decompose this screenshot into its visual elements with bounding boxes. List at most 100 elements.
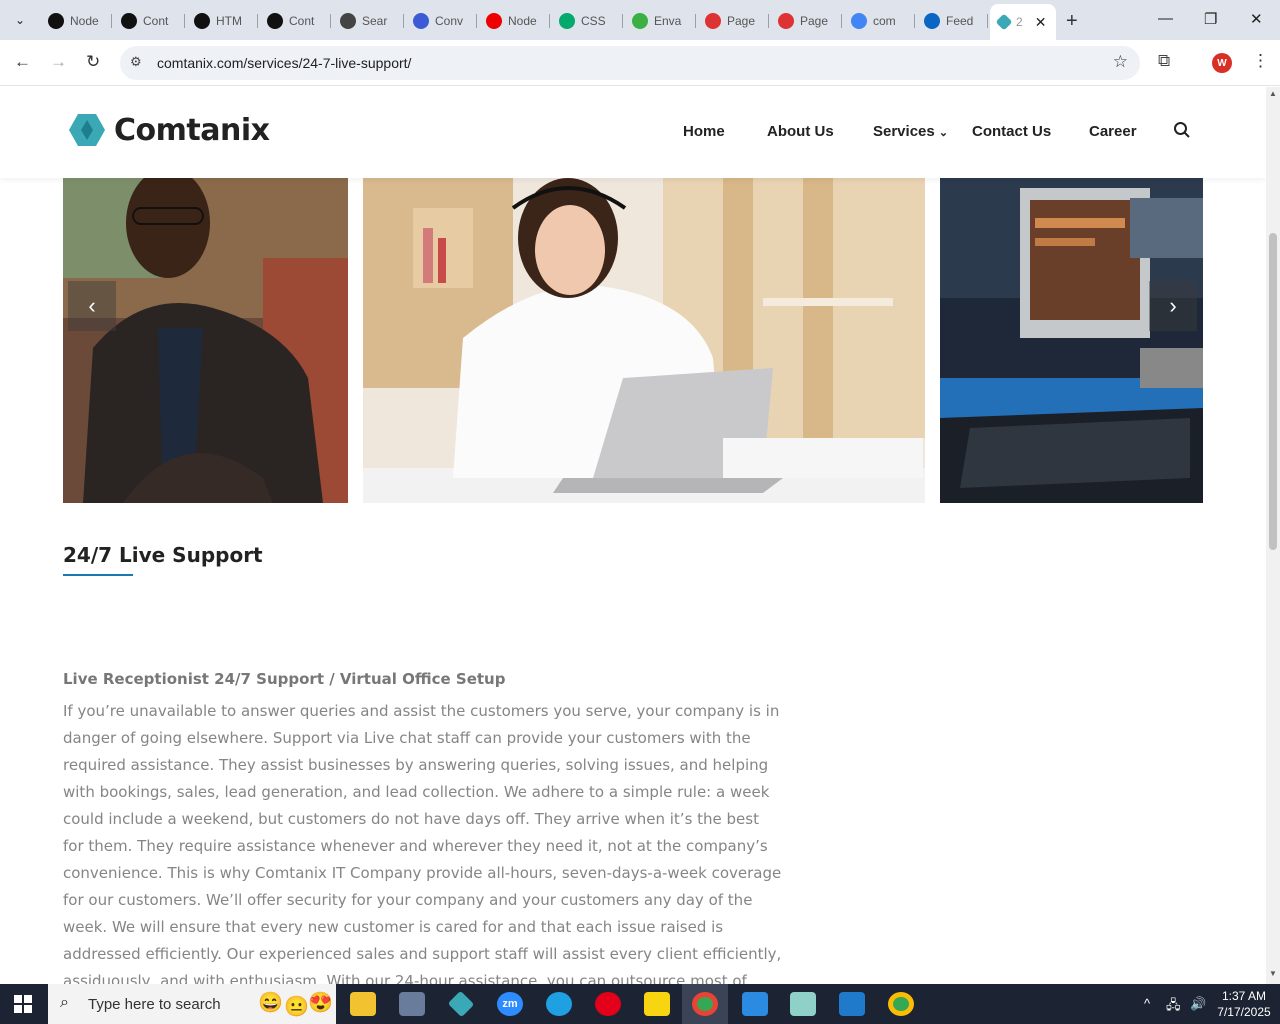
reload-button[interactable]: ↻ <box>86 52 100 72</box>
minimize-button[interactable]: — <box>1158 10 1173 27</box>
browser-menu-icon[interactable]: ⋮ <box>1252 51 1269 71</box>
threads-icon <box>194 13 210 29</box>
bookmark-star-icon[interactable]: ☆ <box>1113 52 1128 72</box>
tab-separator <box>987 14 988 28</box>
tab-separator <box>476 14 477 28</box>
browser-tab[interactable]: CSS <box>551 8 623 34</box>
nav-contact-us[interactable]: Contact Us <box>972 123 1051 140</box>
nav-services[interactable]: Services ⌄ <box>873 123 948 140</box>
paint-app-icon[interactable] <box>399 992 425 1016</box>
browser-tab[interactable]: Page <box>697 8 769 34</box>
nav-home[interactable]: Home <box>683 123 725 140</box>
section-paragraph: If you’re unavailable to answer queries … <box>63 702 782 984</box>
carousel-slide-agent-woman <box>363 178 925 503</box>
vscode-icon[interactable] <box>839 992 865 1016</box>
tab-search-chevron-icon[interactable]: ⌄ <box>8 8 32 32</box>
chrome-icon[interactable] <box>888 992 914 1016</box>
browser-tab[interactable]: Enva <box>624 8 696 34</box>
edge-icon[interactable] <box>546 992 572 1016</box>
converter-icon <box>413 13 429 29</box>
site-info-icon[interactable]: ⚙ <box>130 54 142 70</box>
browser-tab[interactable]: Cont <box>113 8 185 34</box>
sticky-notes-icon[interactable] <box>644 992 670 1016</box>
title-underline <box>63 574 133 576</box>
tab-separator <box>184 14 185 28</box>
profile-avatar[interactable]: W <box>1212 53 1232 73</box>
emoji-icon: 😐 <box>284 996 309 1018</box>
browser-tab[interactable]: Node <box>40 8 112 34</box>
web-page: Comtanix Home About Us Services ⌄ Contac… <box>0 87 1266 984</box>
new-tab-button[interactable]: + <box>1066 10 1078 33</box>
computer-workstation-photo <box>940 178 1203 503</box>
site-logo[interactable]: Comtanix <box>68 111 270 149</box>
tray-chevron-up-icon[interactable]: ^ <box>1144 996 1150 1011</box>
notepad-icon[interactable] <box>790 992 816 1016</box>
file-explorer-icon[interactable] <box>350 992 376 1016</box>
scroll-down-icon[interactable]: ▼ <box>1269 969 1277 978</box>
carousel-prev-button[interactable]: ‹ <box>68 281 116 331</box>
windows-start-icon[interactable] <box>14 995 32 1013</box>
clock-date: 7/17/2025 <box>1217 1005 1271 1019</box>
tab-active-comtanix[interactable]: 2 ✕ <box>990 4 1056 40</box>
nav-career[interactable]: Career <box>1089 123 1137 140</box>
browser-tab[interactable]: Feed <box>916 8 988 34</box>
scroll-thumb[interactable] <box>1269 233 1277 550</box>
tab-label: Cont <box>143 14 169 28</box>
pagespeed-icon <box>778 13 794 29</box>
carousel-next-button[interactable]: › <box>1149 281 1197 331</box>
opera-icon[interactable] <box>595 992 621 1016</box>
url-text[interactable]: comtanix.com/services/24-7-live-support/ <box>157 55 411 71</box>
tab-separator <box>111 14 112 28</box>
tab-label: Node <box>70 14 99 28</box>
nav-about-us[interactable]: About Us <box>767 123 834 140</box>
page-title: 24/7 Live Support <box>63 543 263 567</box>
windows-taskbar: ⌕ Type here to search 😄 😐 😍 zm ^ 🖧 🔊 1:3… <box>0 984 1280 1024</box>
google-icon <box>851 13 867 29</box>
close-icon[interactable]: ✕ <box>1035 14 1047 31</box>
image-carousel: ‹ › <box>63 178 1203 503</box>
w3-icon <box>559 13 575 29</box>
extensions-icon[interactable]: ⧉ <box>1158 51 1170 71</box>
browser-tab[interactable]: Conv <box>405 8 477 34</box>
tab-separator <box>914 14 915 28</box>
carousel-slide-computer <box>940 178 1203 503</box>
address-bar[interactable]: ⚙ comtanix.com/services/24-7-live-suppor… <box>120 46 1140 80</box>
tab-label: Cont <box>289 14 315 28</box>
tab-label: Feed <box>946 14 974 28</box>
browser-tab[interactable]: Page <box>770 8 842 34</box>
clock-time: 1:37 AM <box>1221 989 1267 1003</box>
tab-label: 2 <box>1016 15 1023 29</box>
browser-tab[interactable]: Node <box>478 8 550 34</box>
browser-toolbar: ← → ↻ ⚙ comtanix.com/services/24-7-live-… <box>0 40 1280 86</box>
linkedin-icon <box>924 13 940 29</box>
browser-tab[interactable]: Cont <box>259 8 331 34</box>
taskbar-search-box[interactable]: ⌕ Type here to search 😄 😐 😍 <box>48 984 336 1024</box>
tab-separator <box>695 14 696 28</box>
chevron-right-icon: › <box>1169 293 1177 318</box>
youtube-icon <box>486 13 502 29</box>
carousel-slide-agent-man <box>63 178 348 503</box>
site-header: Comtanix Home About Us Services ⌄ Contac… <box>0 87 1266 178</box>
scroll-up-icon[interactable]: ▲ <box>1269 89 1277 98</box>
browser-tab[interactable]: Sear <box>332 8 404 34</box>
network-icon[interactable]: 🖧 <box>1166 996 1181 1018</box>
tab-label: Conv <box>435 14 464 28</box>
browser-tab[interactable]: HTM <box>186 8 258 34</box>
chrome-icon[interactable] <box>692 992 718 1016</box>
threads-icon <box>267 13 283 29</box>
tab-separator <box>403 14 404 28</box>
support-agent-photo <box>363 178 925 503</box>
forward-button[interactable]: → <box>50 52 67 72</box>
zoom-icon[interactable]: zm <box>497 992 523 1016</box>
close-window-button[interactable]: ✕ <box>1250 10 1263 28</box>
comtanix-app-icon[interactable] <box>447 990 475 1018</box>
browser-tab[interactable]: com <box>843 8 915 34</box>
restore-button[interactable]: ❐ <box>1204 10 1217 28</box>
photos-app-icon[interactable] <box>742 992 768 1016</box>
back-button[interactable]: ← <box>14 52 31 72</box>
volume-icon[interactable]: 🔊 <box>1190 996 1206 1012</box>
system-clock[interactable]: 1:37 AM 7/17/2025 <box>1214 988 1274 1020</box>
search-icon[interactable] <box>1173 121 1191 139</box>
envato-icon <box>632 13 648 29</box>
page-scrollbar[interactable]: ▲ ▼ <box>1266 87 1280 984</box>
